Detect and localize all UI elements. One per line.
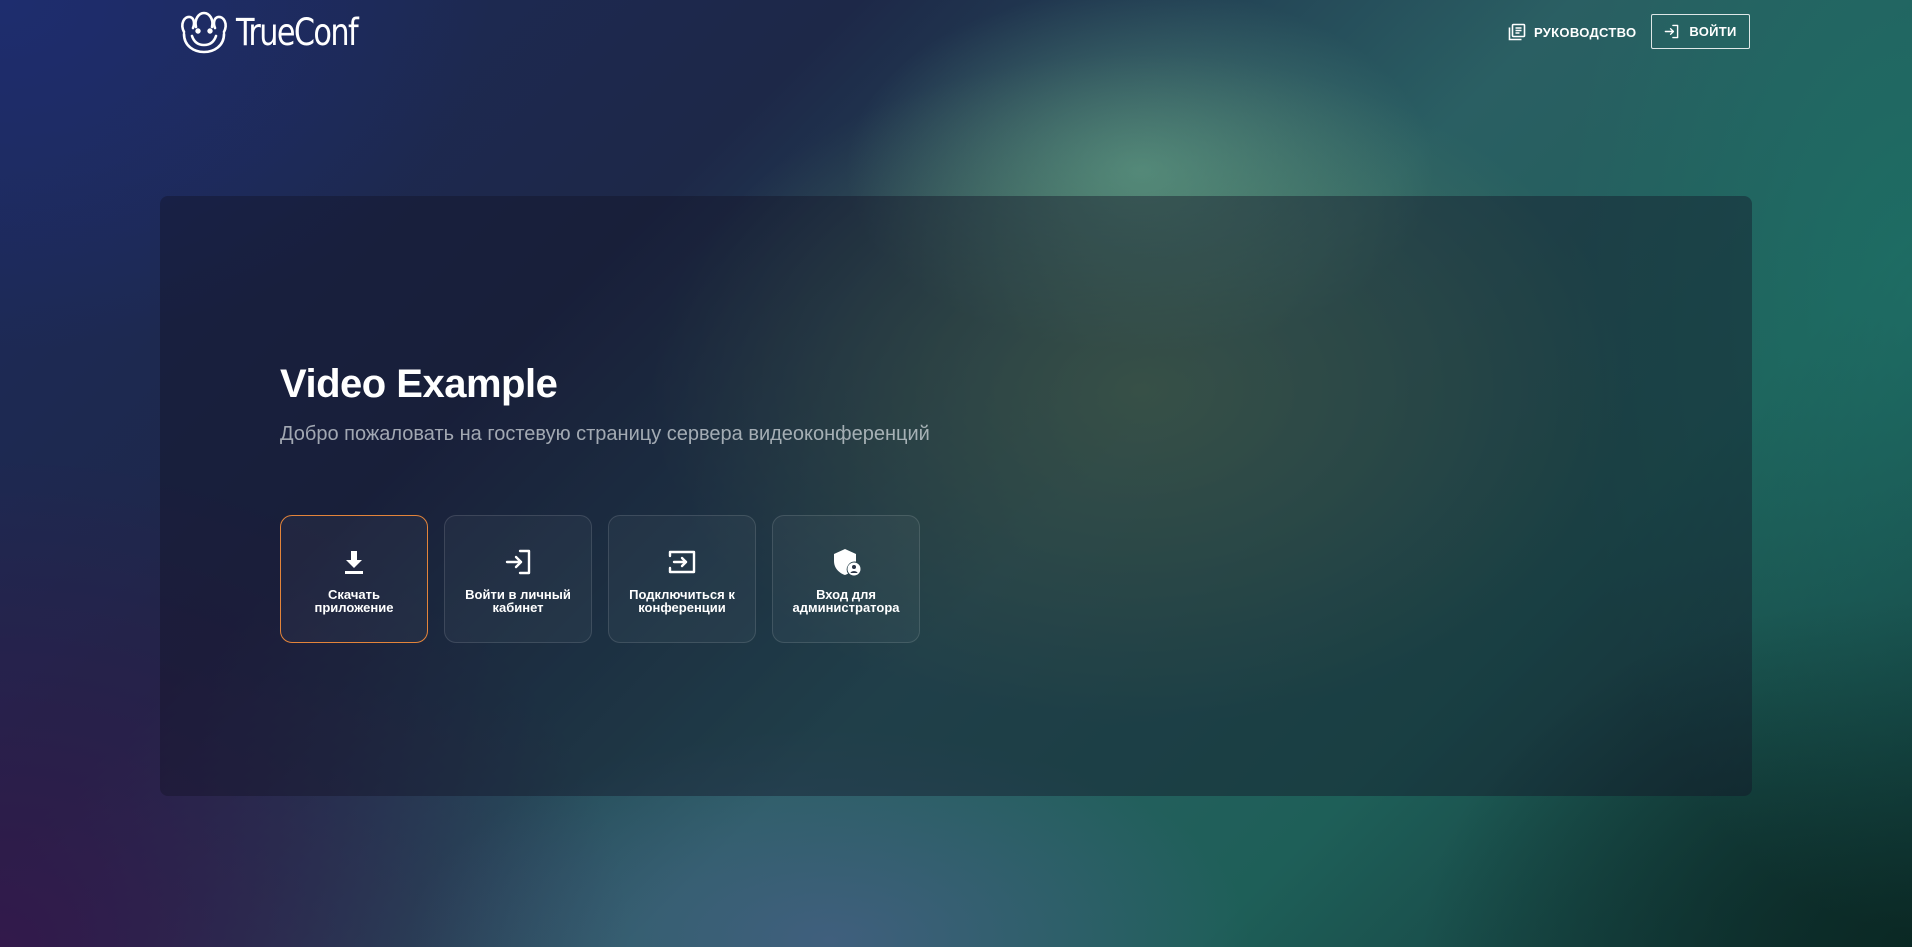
book-icon (1508, 23, 1526, 41)
guide-label: РУКОВОДСТВО (1534, 24, 1637, 40)
page-title: Video Example (280, 362, 558, 406)
trueconf-logo-icon (181, 11, 227, 54)
personal-account-label: Войти в личный кабинет (465, 587, 571, 615)
admin-login-card[interactable]: Вход для администратора (772, 515, 920, 643)
guide-link[interactable]: РУКОВОДСТВО (1508, 20, 1636, 44)
join-conference-icon (666, 546, 698, 578)
join-conference-card[interactable]: Подключиться к конференции (608, 515, 756, 643)
login-button[interactable]: ВОЙТИ (1651, 14, 1750, 49)
login-label: ВОЙТИ (1689, 24, 1737, 39)
main-panel (160, 196, 1752, 796)
personal-account-card[interactable]: Войти в личный кабинет (444, 515, 592, 643)
action-cards: Скачать приложение Войти в личный кабине… (280, 515, 920, 643)
sign-in-icon (1665, 24, 1679, 39)
download-icon (338, 546, 370, 578)
download-app-label: Скачать приложение (314, 587, 394, 615)
login-icon (502, 546, 534, 578)
admin-shield-icon (830, 546, 862, 578)
admin-login-label: Вход для администратора (792, 587, 900, 615)
top-header: TrueConf РУКОВОДСТВО ВОЙТИ (0, 0, 1912, 66)
join-conference-label: Подключиться к конференции (629, 587, 735, 615)
download-app-card[interactable]: Скачать приложение (280, 515, 428, 643)
trueconf-logo[interactable]: TrueConf (178, 10, 384, 54)
page-subtitle: Добро пожаловать на гостевую страницу се… (280, 423, 930, 445)
logo-text: TrueConf (236, 10, 359, 54)
